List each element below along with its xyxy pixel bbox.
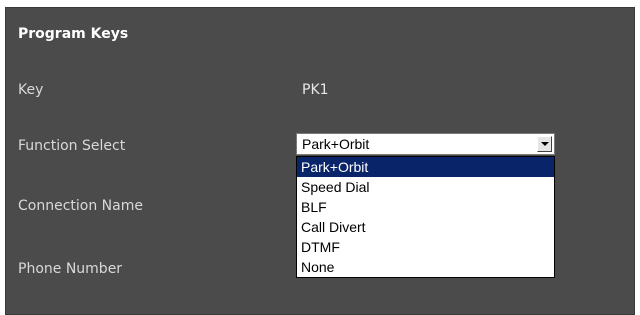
phone-number-label: Phone Number — [18, 261, 123, 277]
option-call-divert[interactable]: Call Divert — [297, 217, 554, 237]
dropdown-button[interactable] — [537, 136, 552, 152]
connection-name-label: Connection Name — [18, 198, 143, 214]
option-none[interactable]: None — [297, 257, 554, 277]
option-dtmf[interactable]: DTMF — [297, 237, 554, 257]
option-speed-dial[interactable]: Speed Dial — [297, 177, 554, 197]
function-select-label: Function Select — [18, 138, 126, 154]
option-blf[interactable]: BLF — [297, 197, 554, 217]
function-select-value: Park+Orbit — [302, 136, 370, 152]
chevron-down-icon — [541, 142, 549, 146]
function-select-options: Park+Orbit Speed Dial BLF Call Divert DT… — [296, 156, 555, 278]
option-park-orbit[interactable]: Park+Orbit — [297, 157, 554, 177]
panel-title: Program Keys — [18, 26, 129, 42]
key-label: Key — [18, 82, 44, 98]
function-select-dropdown[interactable]: Park+Orbit — [296, 133, 555, 155]
key-value: PK1 — [302, 82, 329, 98]
